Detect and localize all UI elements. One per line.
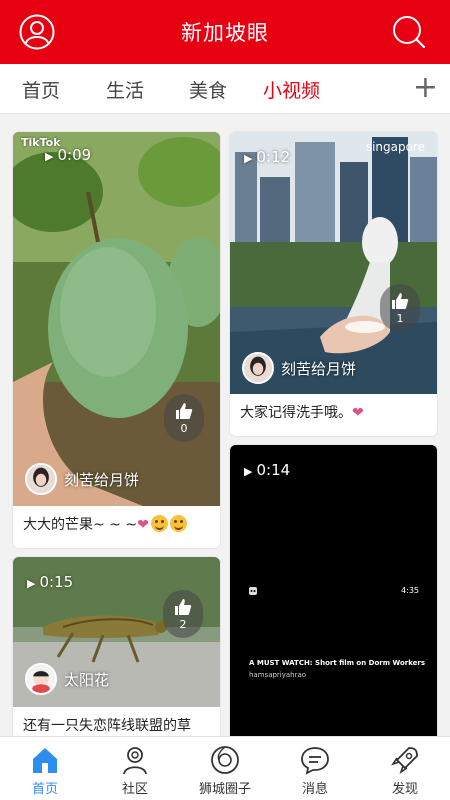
video-thumbnail[interactable]: TikTok ▶ 0:09 0 刻苦给月饼 bbox=[13, 132, 220, 506]
app-screen: 新加坡眼 首页 生活 美食 小视频 + TikTok ▶ 0:09 0 刻苦给月… bbox=[0, 0, 450, 800]
tab-food[interactable]: 美食 bbox=[189, 76, 227, 103]
mango-image bbox=[13, 132, 220, 506]
video-caption: 还有一只失恋阵线联盟的草 bbox=[23, 718, 191, 734]
video-time-label: 4:35 bbox=[401, 586, 419, 595]
tab-life[interactable]: 生活 bbox=[106, 76, 144, 103]
tab-home[interactable]: 首页 bbox=[22, 76, 60, 103]
nav-messages[interactable]: 消息 bbox=[270, 737, 360, 800]
like-button[interactable]: 2 bbox=[163, 590, 203, 638]
app-header: 新加坡眼 bbox=[0, 0, 450, 64]
video-overlay-title: A MUST WATCH: Short film on Dorm Workers bbox=[249, 659, 426, 667]
author-info[interactable]: 刻苦给月饼 bbox=[242, 352, 356, 384]
video-overlay-subtitle: hamsapriyahrao bbox=[249, 671, 307, 679]
singapore-watermark: singapore bbox=[365, 140, 425, 154]
thumbs-up-icon bbox=[176, 403, 193, 419]
avatar[interactable] bbox=[25, 663, 57, 695]
app-title: 新加坡眼 bbox=[181, 21, 269, 45]
author-info[interactable]: 刻苦给月饼 bbox=[25, 463, 139, 495]
avatar[interactable] bbox=[242, 352, 274, 384]
video-duration: ▶ 0:14 bbox=[244, 461, 291, 479]
nav-home[interactable]: 首页 bbox=[0, 737, 90, 800]
lion-circle-icon bbox=[211, 746, 239, 774]
thumbs-up-icon bbox=[392, 293, 409, 309]
video-card[interactable]: TikTok ▶ 0:09 0 刻苦给月饼 大大的芒果~ ~ ~❤ bbox=[13, 132, 220, 548]
heart-emoji-icon: ❤ bbox=[137, 517, 149, 533]
nav-community[interactable]: 社区 bbox=[90, 737, 180, 800]
user-circle-icon[interactable] bbox=[19, 14, 55, 50]
author-info[interactable]: 太阳花 bbox=[25, 663, 109, 695]
thumbs-up-icon bbox=[175, 599, 192, 615]
like-count: 1 bbox=[396, 312, 404, 325]
video-thumbnail[interactable]: ▶ 0:14 4:35 A MUST WATCH: Short film on D… bbox=[230, 445, 437, 736]
like-button[interactable]: 1 bbox=[380, 284, 420, 332]
video-thumbnail[interactable]: singapore ▶ 0:12 1 刻苦给月饼 bbox=[230, 132, 437, 394]
like-button[interactable]: 0 bbox=[164, 394, 204, 442]
avatar[interactable] bbox=[25, 463, 57, 495]
video-duration: ▶ 0:15 bbox=[27, 573, 74, 591]
robot-icon bbox=[249, 587, 257, 595]
nav-lion-circle[interactable]: 狮城圈子 bbox=[180, 737, 270, 800]
message-icon bbox=[301, 747, 329, 775]
video-feed[interactable]: TikTok ▶ 0:09 0 刻苦给月饼 大大的芒果~ ~ ~❤ singap… bbox=[0, 114, 450, 736]
smile-emoji-icon bbox=[169, 515, 187, 532]
video-caption: 大家记得洗手哦。❤ bbox=[240, 405, 364, 421]
video-caption: 大大的芒果~ ~ ~❤ bbox=[13, 506, 220, 544]
author-name: 刻苦给月饼 bbox=[281, 359, 357, 378]
heart-emoji-icon: ❤ bbox=[352, 405, 364, 421]
video-thumbnail[interactable]: ▶ 0:15 2 太阳花 bbox=[13, 557, 220, 707]
home-icon bbox=[33, 748, 57, 773]
video-card[interactable]: ▶ 0:15 2 太阳花 还有一只失恋阵线联盟的草 bbox=[13, 557, 220, 736]
category-tabs: 首页 生活 美食 小视频 + bbox=[0, 64, 450, 114]
add-tab-button[interactable]: + bbox=[413, 73, 438, 103]
tab-short-video[interactable]: 小视频 bbox=[263, 76, 320, 103]
heart-eyes-emoji-icon bbox=[150, 515, 168, 532]
video-duration: ▶ 0:12 bbox=[244, 148, 291, 166]
video-duration: ▶ 0:09 bbox=[45, 146, 92, 164]
rocket-icon bbox=[391, 747, 418, 774]
nav-discover[interactable]: 发现 bbox=[360, 737, 450, 800]
author-name: 刻苦给月饼 bbox=[64, 470, 140, 489]
author-name: 太阳花 bbox=[64, 670, 110, 689]
like-count: 2 bbox=[179, 618, 187, 631]
search-icon[interactable] bbox=[391, 14, 427, 50]
bottom-navigation: 首页 社区 狮城圈子 消息 发现 bbox=[0, 736, 450, 800]
like-count: 0 bbox=[180, 422, 188, 435]
video-card[interactable]: singapore ▶ 0:12 1 刻苦给月饼 大家记得洗手哦。❤ bbox=[230, 132, 437, 436]
video-card[interactable]: ▶ 0:14 4:35 A MUST WATCH: Short film on D… bbox=[230, 445, 437, 736]
community-icon bbox=[123, 747, 147, 775]
